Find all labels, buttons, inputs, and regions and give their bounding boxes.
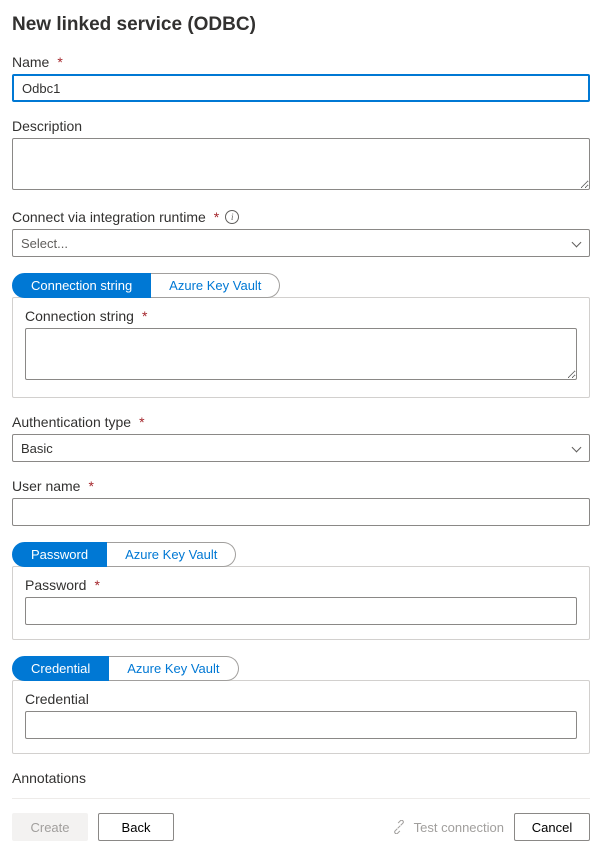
back-button[interactable]: Back: [98, 813, 174, 841]
chevron-down-icon: [571, 443, 581, 453]
connection-string-tabs: Connection string Azure Key Vault: [12, 273, 590, 298]
required-asterisk: *: [139, 414, 144, 430]
connection-string-input[interactable]: [25, 328, 577, 380]
description-input[interactable]: [12, 138, 590, 190]
tab-akv-credential[interactable]: Azure Key Vault: [109, 656, 238, 681]
chevron-down-icon: [571, 238, 581, 248]
cancel-button[interactable]: Cancel: [514, 813, 590, 841]
tab-credential[interactable]: Credential: [12, 656, 109, 681]
name-input[interactable]: [12, 74, 590, 102]
runtime-select-value: Select...: [21, 236, 571, 251]
credential-tabs: Credential Azure Key Vault: [12, 656, 590, 681]
required-asterisk: *: [57, 54, 62, 70]
username-label: User name: [12, 478, 80, 494]
password-input[interactable]: [25, 597, 577, 625]
required-asterisk: *: [214, 209, 219, 225]
test-connection-label: Test connection: [414, 820, 504, 835]
connection-icon: [392, 820, 406, 834]
username-input[interactable]: [12, 498, 590, 526]
field-annotations: Annotations + New: [12, 770, 590, 798]
test-connection-button: Test connection: [392, 820, 504, 835]
page-title: New linked service (ODBC): [12, 14, 590, 36]
auth-type-label: Authentication type: [12, 414, 131, 430]
runtime-label: Connect via integration runtime: [12, 209, 206, 225]
credential-panel-label: Credential: [25, 691, 89, 707]
name-label: Name: [12, 54, 49, 70]
field-username: User name *: [12, 478, 590, 526]
tab-akv-password[interactable]: Azure Key Vault: [107, 542, 236, 567]
tab-akv-connstr[interactable]: Azure Key Vault: [151, 273, 280, 298]
field-credential: Credential Azure Key Vault Credential: [12, 656, 590, 754]
password-panel-label: Password: [25, 577, 86, 593]
field-description: Description: [12, 118, 590, 193]
footer: Create Back Test connection Cancel: [12, 798, 590, 855]
connection-string-panel-label: Connection string: [25, 308, 134, 324]
tab-connection-string[interactable]: Connection string: [12, 273, 151, 298]
form-scroll-region[interactable]: New linked service (ODBC) Name * Descrip…: [12, 10, 590, 798]
auth-type-select[interactable]: Basic: [12, 434, 590, 462]
field-runtime: Connect via integration runtime * i Sele…: [12, 209, 590, 257]
tab-password[interactable]: Password: [12, 542, 107, 567]
annotations-label: Annotations: [12, 770, 86, 786]
create-button: Create: [12, 813, 88, 841]
required-asterisk: *: [88, 478, 93, 494]
info-icon[interactable]: i: [225, 210, 239, 224]
field-auth-type: Authentication type * Basic: [12, 414, 590, 462]
auth-type-value: Basic: [21, 441, 571, 456]
password-tabs: Password Azure Key Vault: [12, 542, 590, 567]
runtime-select[interactable]: Select...: [12, 229, 590, 257]
add-annotation-button[interactable]: + New: [12, 790, 61, 798]
credential-input[interactable]: [25, 711, 577, 739]
description-label: Description: [12, 118, 82, 134]
field-name: Name *: [12, 54, 590, 102]
field-password: Password Azure Key Vault Password *: [12, 542, 590, 640]
field-connection-string: Connection string Azure Key Vault Connec…: [12, 273, 590, 398]
required-asterisk: *: [94, 577, 99, 593]
required-asterisk: *: [142, 308, 147, 324]
